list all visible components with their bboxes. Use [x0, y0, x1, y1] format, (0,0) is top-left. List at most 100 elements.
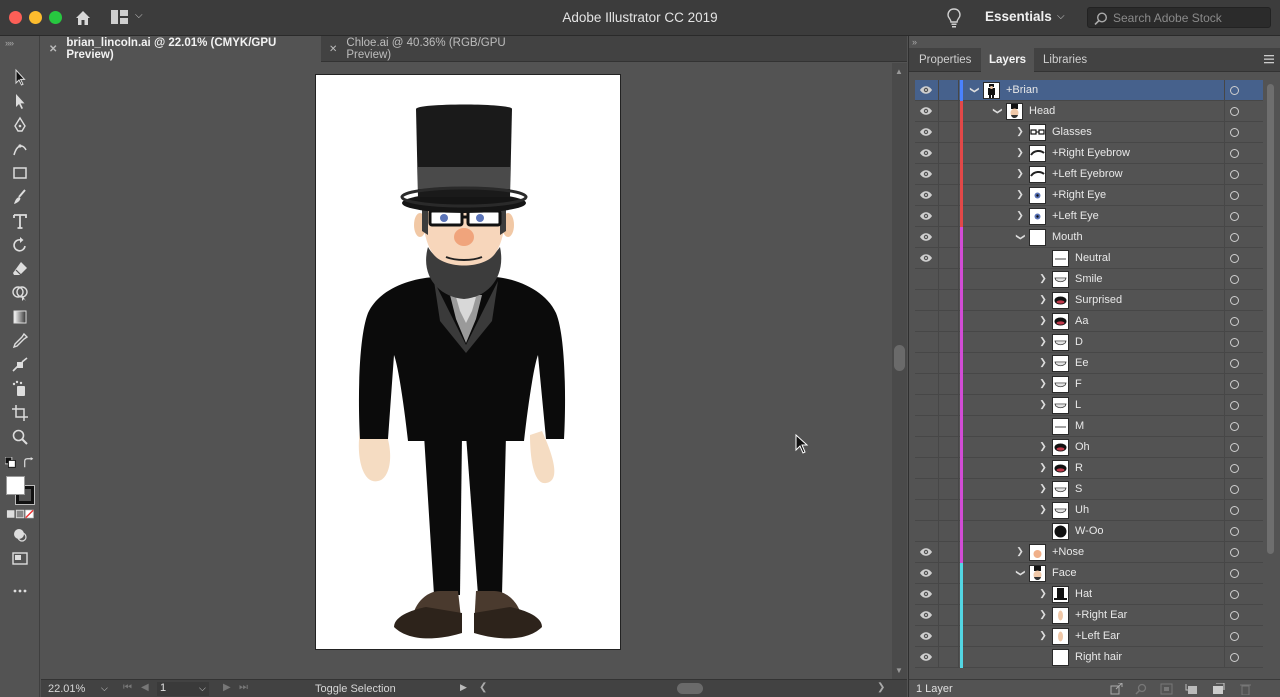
eye-icon[interactable]	[919, 631, 933, 641]
artboard[interactable]	[315, 74, 621, 650]
new-sublayer-icon[interactable]	[1185, 683, 1198, 695]
first-artboard-icon[interactable]: ⏮	[123, 682, 132, 693]
layer-name[interactable]: F	[1075, 378, 1082, 390]
curvature-tool-icon[interactable]	[8, 138, 32, 160]
close-icon[interactable]: ✕	[329, 44, 337, 55]
layer-name[interactable]: D	[1075, 336, 1083, 348]
layer-row[interactable]: ❯ +Left Eye	[915, 206, 1263, 227]
fill-stroke-control[interactable]	[6, 476, 36, 506]
lock-toggle[interactable]	[940, 458, 958, 479]
layer-row[interactable]: ❯ F	[915, 374, 1263, 395]
brian-lincoln-illustration[interactable]	[316, 75, 620, 649]
target-circle-icon[interactable]	[1230, 233, 1239, 242]
target-circle-icon[interactable]	[1230, 611, 1239, 620]
layer-name[interactable]: +Left Ear	[1075, 630, 1120, 642]
layer-name[interactable]: Face	[1052, 567, 1076, 579]
chevron-right-icon[interactable]: ❯	[1038, 357, 1048, 369]
layer-name[interactable]: Oh	[1075, 441, 1090, 453]
layer-name[interactable]: Smile	[1075, 273, 1103, 285]
target-circle-icon[interactable]	[1230, 401, 1239, 410]
layer-name[interactable]: +Nose	[1052, 546, 1084, 558]
symbol-sprayer-tool-icon[interactable]	[8, 378, 32, 400]
chevron-right-icon[interactable]: ❯	[1038, 273, 1048, 285]
workspace-switcher-icon[interactable]	[111, 10, 128, 24]
scroll-thumb[interactable]	[1267, 84, 1274, 554]
layer-row[interactable]: W-Oo	[915, 521, 1263, 542]
chevron-right-icon[interactable]: ❯	[1038, 483, 1048, 495]
layer-name[interactable]: +Brian	[1006, 84, 1038, 96]
chevron-down-icon[interactable]: ⌵	[101, 683, 108, 694]
layer-name[interactable]: Uh	[1075, 504, 1089, 516]
eye-icon[interactable]	[919, 232, 933, 242]
canvas-vertical-scrollbar[interactable]: ▲ ▼	[892, 63, 907, 679]
lock-toggle[interactable]	[940, 185, 958, 206]
scroll-down-arrow-icon[interactable]: ▼	[895, 666, 903, 675]
layer-name[interactable]: Aa	[1075, 315, 1088, 327]
layer-row[interactable]: ❯ Hat	[915, 584, 1263, 605]
chevron-right-icon[interactable]: ❯	[1038, 609, 1048, 621]
lock-toggle[interactable]	[940, 290, 958, 311]
blend-tool-icon[interactable]	[8, 354, 32, 376]
layer-name[interactable]: Head	[1029, 105, 1055, 117]
layer-row[interactable]: ❯ S	[915, 479, 1263, 500]
target-circle-icon[interactable]	[1230, 632, 1239, 641]
chevron-right-icon[interactable]: ❯	[1038, 336, 1048, 348]
layer-name[interactable]: Right hair	[1075, 651, 1122, 663]
lock-toggle[interactable]	[940, 353, 958, 374]
type-tool-icon[interactable]	[8, 210, 32, 232]
eye-icon[interactable]	[919, 148, 933, 158]
search-input[interactable]	[1113, 10, 1263, 26]
color-mode-icons[interactable]	[5, 506, 37, 522]
lock-toggle[interactable]	[940, 416, 958, 437]
swap-colors-icon[interactable]	[22, 452, 36, 474]
lock-toggle[interactable]	[940, 101, 958, 122]
lock-toggle[interactable]	[940, 437, 958, 458]
layer-row[interactable]: ❯ Head	[915, 101, 1263, 122]
target-circle-icon[interactable]	[1230, 86, 1239, 95]
layer-name[interactable]: R	[1075, 462, 1083, 474]
layer-row[interactable]: ❯ +Brian	[915, 80, 1263, 101]
chevron-right-icon[interactable]: ❯	[1038, 378, 1048, 390]
eye-icon[interactable]	[919, 547, 933, 557]
lock-toggle[interactable]	[940, 248, 958, 269]
chevron-down-icon[interactable]: ⌵	[135, 10, 143, 21]
chevron-right-icon[interactable]: ❯	[1038, 441, 1048, 453]
lock-toggle[interactable]	[940, 332, 958, 353]
pen-tool-icon[interactable]	[8, 114, 32, 136]
eye-icon[interactable]	[919, 610, 933, 620]
lock-toggle[interactable]	[940, 374, 958, 395]
chevron-right-icon[interactable]: ❯	[1015, 147, 1025, 159]
gradient-tool-icon[interactable]	[8, 306, 32, 328]
eye-icon[interactable]	[919, 106, 933, 116]
more-tools-icon[interactable]	[8, 580, 32, 602]
panel-collapse-icon[interactable]: »	[912, 37, 917, 47]
layer-name[interactable]: S	[1075, 483, 1082, 495]
chevron-right-icon[interactable]: ❯	[1015, 126, 1025, 138]
scroll-up-arrow-icon[interactable]: ▲	[895, 67, 903, 76]
chevron-right-icon[interactable]: ❯	[1038, 630, 1048, 642]
lock-toggle[interactable]	[940, 269, 958, 290]
visibility-toggle[interactable]	[919, 316, 933, 326]
layer-row[interactable]: ❯ +Right Eye	[915, 185, 1263, 206]
visibility-toggle[interactable]	[919, 484, 933, 494]
chevron-down-icon[interactable]: ⌵	[1057, 11, 1065, 22]
target-circle-icon[interactable]	[1230, 107, 1239, 116]
layer-name[interactable]: +Right Eye	[1052, 189, 1106, 201]
lock-toggle[interactable]	[940, 479, 958, 500]
layer-name[interactable]: Mouth	[1052, 231, 1083, 243]
layer-name[interactable]: Glasses	[1052, 126, 1092, 138]
chevron-down-icon[interactable]: ❯	[1014, 232, 1026, 242]
home-icon[interactable]	[74, 9, 92, 27]
make-clipping-mask-icon[interactable]	[1160, 683, 1173, 695]
lock-toggle[interactable]	[940, 605, 958, 626]
lock-toggle[interactable]	[940, 563, 958, 584]
lock-toggle[interactable]	[940, 143, 958, 164]
lock-toggle[interactable]	[940, 122, 958, 143]
layer-row[interactable]: ❯ L	[915, 395, 1263, 416]
layer-row[interactable]: ❯ Mouth	[915, 227, 1263, 248]
layer-row[interactable]: ❯ Surprised	[915, 290, 1263, 311]
target-circle-icon[interactable]	[1230, 548, 1239, 557]
screen-mode-icon[interactable]	[8, 548, 32, 570]
shape-builder-tool-icon[interactable]	[8, 282, 32, 304]
eye-icon[interactable]	[919, 253, 933, 263]
